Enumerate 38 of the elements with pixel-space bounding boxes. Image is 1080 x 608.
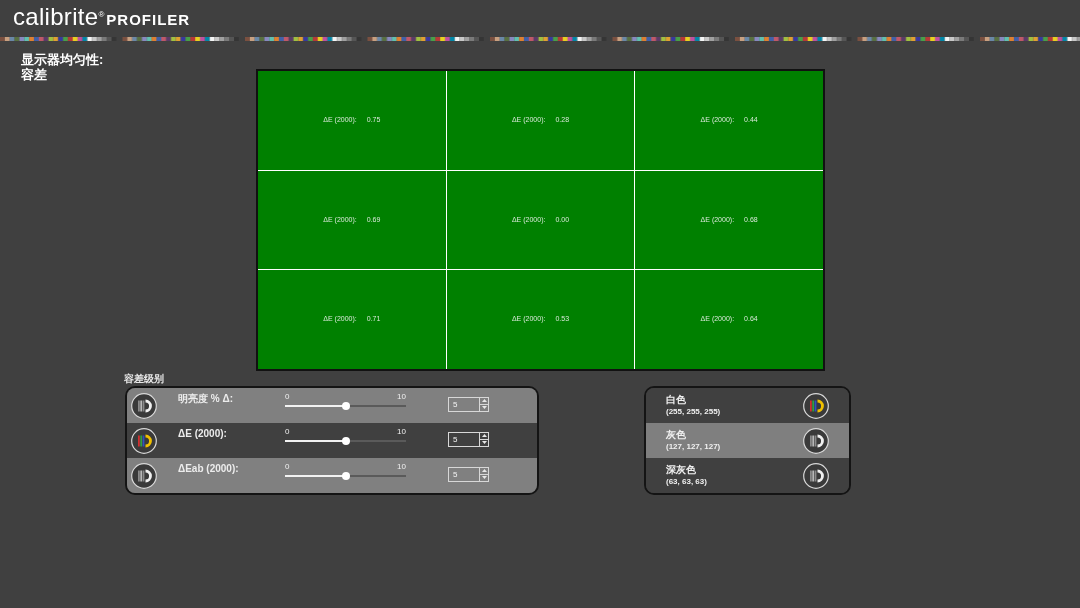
caret-up-icon bbox=[481, 399, 487, 403]
setting-label: 明亮度 % Δ: bbox=[178, 393, 234, 405]
striped-circle-icon[interactable] bbox=[131, 462, 157, 489]
striped-circle-icon[interactable] bbox=[803, 427, 829, 454]
slider-max-label: 10 bbox=[397, 462, 406, 472]
slider-min-label: 0 bbox=[285, 392, 290, 402]
caret-down-icon bbox=[481, 406, 487, 410]
caret-up-icon bbox=[481, 469, 487, 473]
caret-up-icon bbox=[481, 434, 487, 438]
slider-thumb[interactable] bbox=[341, 472, 350, 480]
page-title: 显示器均匀性: bbox=[21, 52, 104, 67]
striped-circle-icon[interactable] bbox=[803, 392, 829, 419]
color-name: 白色 bbox=[666, 394, 687, 406]
color-rgb-value: (127, 127, 127) bbox=[666, 441, 721, 452]
color-row[interactable]: 灰色 (127, 127, 127) bbox=[646, 423, 849, 458]
striped-circle-icon[interactable] bbox=[131, 392, 157, 419]
slider-max-label: 10 bbox=[397, 392, 406, 402]
striped-circle-icon[interactable] bbox=[131, 427, 157, 454]
slider-min-label: 0 bbox=[285, 462, 290, 472]
setting-label: ΔEab (2000): bbox=[178, 463, 240, 475]
slider-max-label: 10 bbox=[397, 427, 406, 437]
color-name: 深灰色 bbox=[666, 464, 697, 476]
caret-down-icon bbox=[481, 441, 487, 445]
color-name: 灰色 bbox=[666, 429, 687, 441]
registered-mark: ® bbox=[98, 11, 105, 19]
color-rgb-value: (255, 255, 255) bbox=[666, 406, 721, 417]
caret-down-icon bbox=[481, 476, 487, 480]
brand-name: calibrite bbox=[13, 3, 99, 31]
setting-label: ΔE (2000): bbox=[178, 428, 228, 440]
slider-thumb[interactable] bbox=[341, 402, 350, 410]
striped-circle-icon[interactable] bbox=[803, 462, 829, 489]
product-name: PROFILER bbox=[106, 11, 191, 29]
slider-min-label: 0 bbox=[285, 427, 290, 437]
section-title: 容差级别 bbox=[124, 372, 164, 385]
number-input[interactable]: 5 bbox=[448, 432, 489, 447]
page-subtitle: 容差 bbox=[21, 67, 47, 82]
slider-thumb[interactable] bbox=[341, 437, 350, 445]
color-rgb-value: (63, 63, 63) bbox=[666, 476, 707, 487]
